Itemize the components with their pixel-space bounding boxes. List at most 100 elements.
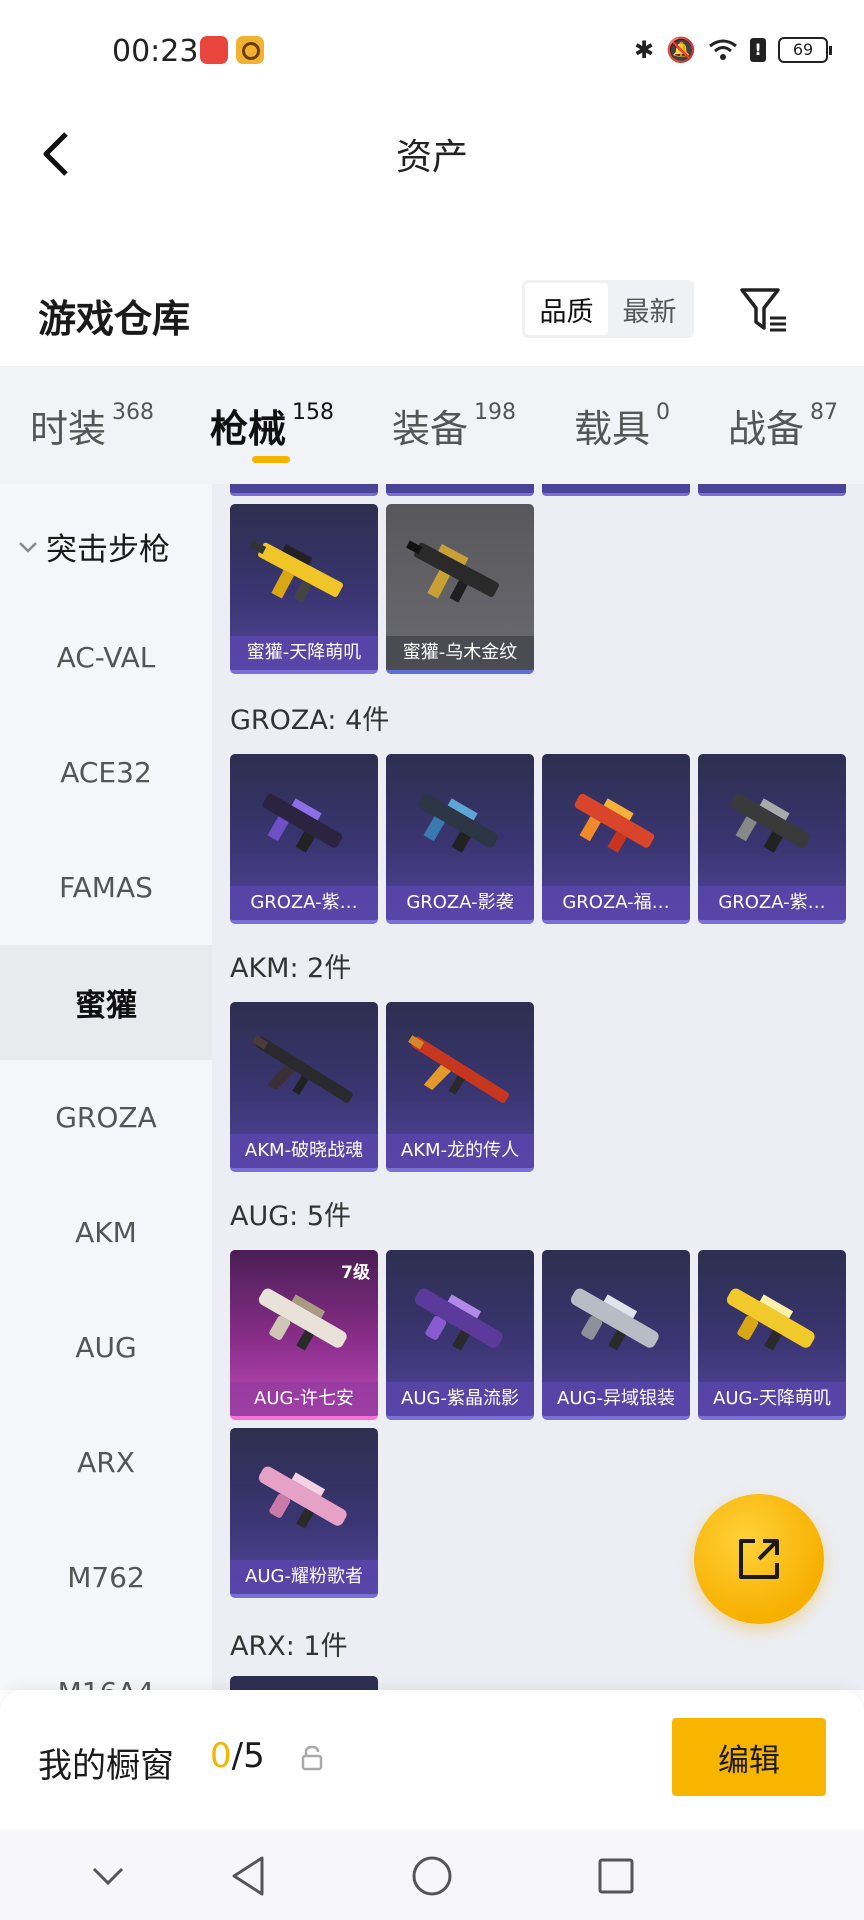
tab-label: 时装 bbox=[30, 407, 107, 451]
aug-silver-icon bbox=[570, 1288, 659, 1351]
sort-quality-option[interactable]: 品质 bbox=[525, 283, 608, 335]
tab-guns[interactable]: 枪械 158 bbox=[210, 398, 334, 453]
nav-back-button[interactable] bbox=[218, 1846, 278, 1906]
skin-card[interactable]: GROZA-紫… bbox=[698, 754, 846, 924]
triangle-back-icon bbox=[232, 1856, 264, 1896]
akm-dark-icon bbox=[252, 1035, 353, 1103]
filter-icon bbox=[740, 288, 786, 332]
tab-supplies[interactable]: 战备 87 bbox=[728, 398, 838, 453]
app-screen: 00:23 ✱ 🔕 ! 69 资产 游戏仓库 品质 最新 时装 368 枪械 158… bbox=[0, 0, 864, 1920]
notification-app-icon bbox=[236, 36, 264, 64]
tab-label: 装备 bbox=[392, 407, 469, 451]
tab-count: 158 bbox=[292, 400, 335, 425]
skin-name: GROZA-紫… bbox=[230, 886, 378, 920]
skin-card[interactable] bbox=[230, 1676, 378, 1690]
skin-name: AKM-龙的传人 bbox=[386, 1134, 534, 1168]
filter-button[interactable] bbox=[738, 284, 790, 336]
page-title: 资产 bbox=[395, 137, 468, 178]
tab-count: 87 bbox=[810, 400, 839, 425]
skin-name: AKM-破晓战魂 bbox=[230, 1134, 378, 1168]
tab-label: 战备 bbox=[728, 407, 805, 451]
sidebar-item-ac-val[interactable]: AC-VAL bbox=[0, 600, 212, 715]
skin-name: AUG-异域银装 bbox=[542, 1382, 690, 1416]
rifle-dark-icon bbox=[730, 793, 811, 853]
skin-card[interactable]: AKM-龙的传人 bbox=[386, 1002, 534, 1172]
sidebar-item-groza[interactable]: GROZA bbox=[0, 1060, 212, 1175]
sidebar-item-ace32[interactable]: ACE32 bbox=[0, 715, 212, 830]
sidebar-item-aug[interactable]: AUG bbox=[0, 1290, 212, 1405]
sidebar-item-honey-badger[interactable]: 蜜獾 bbox=[0, 945, 212, 1060]
status-bar: 00:23 ✱ 🔕 ! 69 bbox=[0, 0, 864, 100]
skin-card[interactable]: AUG-紫晶流影 bbox=[386, 1250, 534, 1420]
share-button[interactable] bbox=[694, 1494, 824, 1624]
tab-fashion[interactable]: 时装 368 bbox=[30, 398, 154, 453]
sort-toggle: 品质 最新 bbox=[522, 280, 694, 338]
aug-amethyst-icon bbox=[414, 1288, 503, 1351]
alert-icon: ! bbox=[750, 38, 766, 62]
lock-icon bbox=[301, 1745, 323, 1771]
sort-newest-option[interactable]: 最新 bbox=[608, 283, 691, 335]
section-label-groza: GROZA: 4件 bbox=[230, 705, 390, 736]
skin-card[interactable]: GROZA-紫… bbox=[230, 754, 378, 924]
showcase-current: 0 bbox=[210, 1736, 232, 1776]
edit-button[interactable]: 编辑 bbox=[672, 1718, 826, 1796]
tab-equipment[interactable]: 装备 198 bbox=[392, 398, 516, 453]
skin-card[interactable]: 蜜獾-乌木金纹 bbox=[386, 504, 534, 674]
bluetooth-icon: ✱ bbox=[634, 36, 655, 64]
aug-white-icon bbox=[258, 1288, 347, 1351]
skin-name: AUG-耀粉歌者 bbox=[230, 1560, 378, 1594]
sidebar-group-label: 突击步枪 bbox=[46, 532, 170, 568]
section-label-aug: AUG: 5件 bbox=[230, 1201, 352, 1232]
tab-label: 枪械 bbox=[210, 407, 287, 451]
partial-card bbox=[542, 484, 690, 496]
status-time: 00:23 bbox=[112, 34, 199, 69]
sidebar-item-m762[interactable]: M762 bbox=[0, 1520, 212, 1635]
system-nav-bar bbox=[0, 1830, 864, 1920]
sidebar-item-arx[interactable]: ARX bbox=[0, 1405, 212, 1520]
skin-card[interactable]: AUG-异域银装 bbox=[542, 1250, 690, 1420]
tab-vehicles[interactable]: 载具 0 bbox=[574, 398, 670, 453]
circle-home-icon bbox=[412, 1856, 452, 1896]
skin-card[interactable]: AUG-耀粉歌者 bbox=[230, 1428, 378, 1598]
active-tab-indicator bbox=[252, 456, 290, 463]
chevron-down-icon bbox=[19, 541, 37, 553]
sidebar-group-assault-rifles[interactable]: 突击步枪 bbox=[18, 524, 170, 569]
mute-bell-icon: 🔕 bbox=[666, 36, 696, 64]
partial-card bbox=[386, 484, 534, 496]
skin-card[interactable]: 蜜獾-天降萌叽 bbox=[230, 504, 378, 674]
akm-dragon-icon bbox=[408, 1035, 509, 1103]
rifle-red-icon bbox=[574, 793, 655, 853]
category-tabs: 时装 368 枪械 158 装备 198 载具 0 战备 87 bbox=[0, 366, 864, 484]
nav-hide-button[interactable] bbox=[78, 1846, 138, 1906]
sidebar-item-m16a4[interactable]: M16A4 bbox=[0, 1635, 212, 1690]
battery-icon: 69 bbox=[778, 37, 832, 63]
skin-card[interactable]: AKM-破晓战魂 bbox=[230, 1002, 378, 1172]
nav-home-button[interactable] bbox=[402, 1846, 462, 1906]
wifi-icon bbox=[709, 39, 737, 60]
skin-card[interactable]: GROZA-影袭 bbox=[386, 754, 534, 924]
tab-label: 载具 bbox=[574, 407, 651, 451]
aug-pink-icon bbox=[258, 1466, 347, 1529]
showcase-total: /5 bbox=[231, 1736, 265, 1776]
smg-black-gold-icon bbox=[406, 540, 499, 603]
skin-card[interactable]: 7级 AUG-许七安 bbox=[230, 1250, 378, 1420]
sidebar-item-akm[interactable]: AKM bbox=[0, 1175, 212, 1290]
partial-card bbox=[230, 484, 378, 496]
skin-card[interactable]: AUG-天降萌叽 bbox=[698, 1250, 846, 1420]
sidebar-item-famas[interactable]: FAMAS bbox=[0, 830, 212, 945]
status-icons: ✱ 🔕 ! 69 bbox=[634, 34, 832, 66]
rifle-shadow-icon bbox=[418, 793, 499, 853]
skin-name: AUG-许七安 bbox=[230, 1382, 378, 1416]
skin-name: 蜜獾-乌木金纹 bbox=[386, 636, 534, 670]
skin-name: GROZA-福… bbox=[542, 886, 690, 920]
smg-gold-icon bbox=[250, 540, 343, 603]
skin-name: AUG-天降萌叽 bbox=[698, 1382, 846, 1416]
skin-name: GROZA-紫… bbox=[698, 886, 846, 920]
nav-recents-button[interactable] bbox=[586, 1846, 646, 1906]
showcase-count: 0/5 bbox=[210, 1736, 265, 1776]
chevron-down-icon bbox=[92, 1867, 124, 1886]
skin-card[interactable]: GROZA-福… bbox=[542, 754, 690, 924]
share-icon bbox=[739, 1539, 779, 1579]
showcase-title: 我的橱窗 bbox=[38, 1746, 174, 1786]
skin-name: GROZA-影袭 bbox=[386, 886, 534, 920]
